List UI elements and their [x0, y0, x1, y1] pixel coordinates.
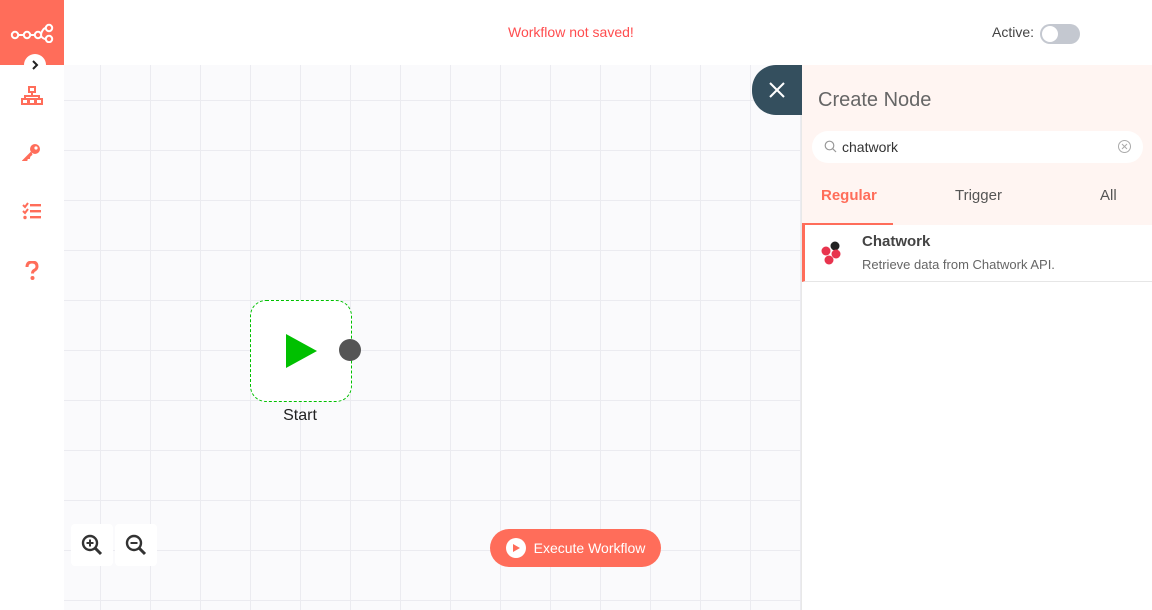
zoom-in-icon — [81, 534, 103, 556]
panel-title: Create Node — [818, 89, 932, 111]
zoom-in-button[interactable] — [71, 524, 113, 566]
sidebar — [0, 0, 64, 610]
sidebar-item-help[interactable] — [16, 255, 48, 287]
play-icon — [286, 334, 317, 368]
help-icon — [25, 261, 39, 280]
tab-trigger[interactable]: Trigger — [955, 187, 1002, 204]
sidebar-item-workflows[interactable] — [16, 80, 48, 112]
start-node[interactable] — [250, 300, 352, 402]
close-icon — [769, 82, 785, 98]
close-panel-button[interactable] — [752, 65, 802, 115]
clear-search-icon[interactable] — [1117, 139, 1132, 154]
node-name: Chatwork — [862, 233, 931, 250]
search-input[interactable] — [842, 137, 1112, 157]
chevron-right-icon — [32, 60, 39, 70]
sidebar-item-executions[interactable] — [16, 195, 48, 227]
zoom-out-button[interactable] — [115, 524, 157, 566]
play-circle-icon — [505, 538, 526, 558]
chatwork-icon — [821, 241, 841, 265]
zoom-out-icon — [125, 534, 147, 556]
start-node-label: Start — [283, 407, 317, 424]
node-list-item-chatwork[interactable]: Chatwork Retrieve data from Chatwork API… — [802, 225, 1152, 282]
key-icon — [22, 144, 40, 161]
create-node-panel: Create Node Regular Trigger All Chatwork — [801, 65, 1152, 610]
active-toggle[interactable] — [1040, 24, 1080, 44]
header: Workflow not saved! Active: — [64, 0, 1152, 65]
tasks-icon — [22, 202, 41, 220]
search-box[interactable] — [812, 131, 1143, 163]
logo-icon — [10, 23, 54, 43]
search-icon — [824, 140, 837, 153]
tab-all[interactable]: All — [1100, 187, 1117, 204]
toggle-knob — [1042, 26, 1058, 42]
execute-workflow-button[interactable]: Execute Workflow — [490, 529, 661, 567]
expand-sidebar-button[interactable] — [24, 54, 46, 76]
active-label: Active: — [992, 24, 1035, 40]
tab-regular[interactable]: Regular — [821, 187, 877, 204]
node-description: Retrieve data from Chatwork API. — [862, 257, 1055, 272]
sidebar-item-credentials[interactable] — [16, 136, 48, 168]
workflow-canvas[interactable]: Start Execute Workflow — [64, 65, 801, 610]
workflow-icon — [21, 86, 43, 105]
execute-workflow-label: Execute Workflow — [533, 540, 646, 556]
save-status-text: Workflow not saved! — [508, 24, 634, 40]
panel-header: Create Node Regular Trigger All — [802, 65, 1152, 225]
start-node-output-handle[interactable] — [339, 339, 361, 361]
